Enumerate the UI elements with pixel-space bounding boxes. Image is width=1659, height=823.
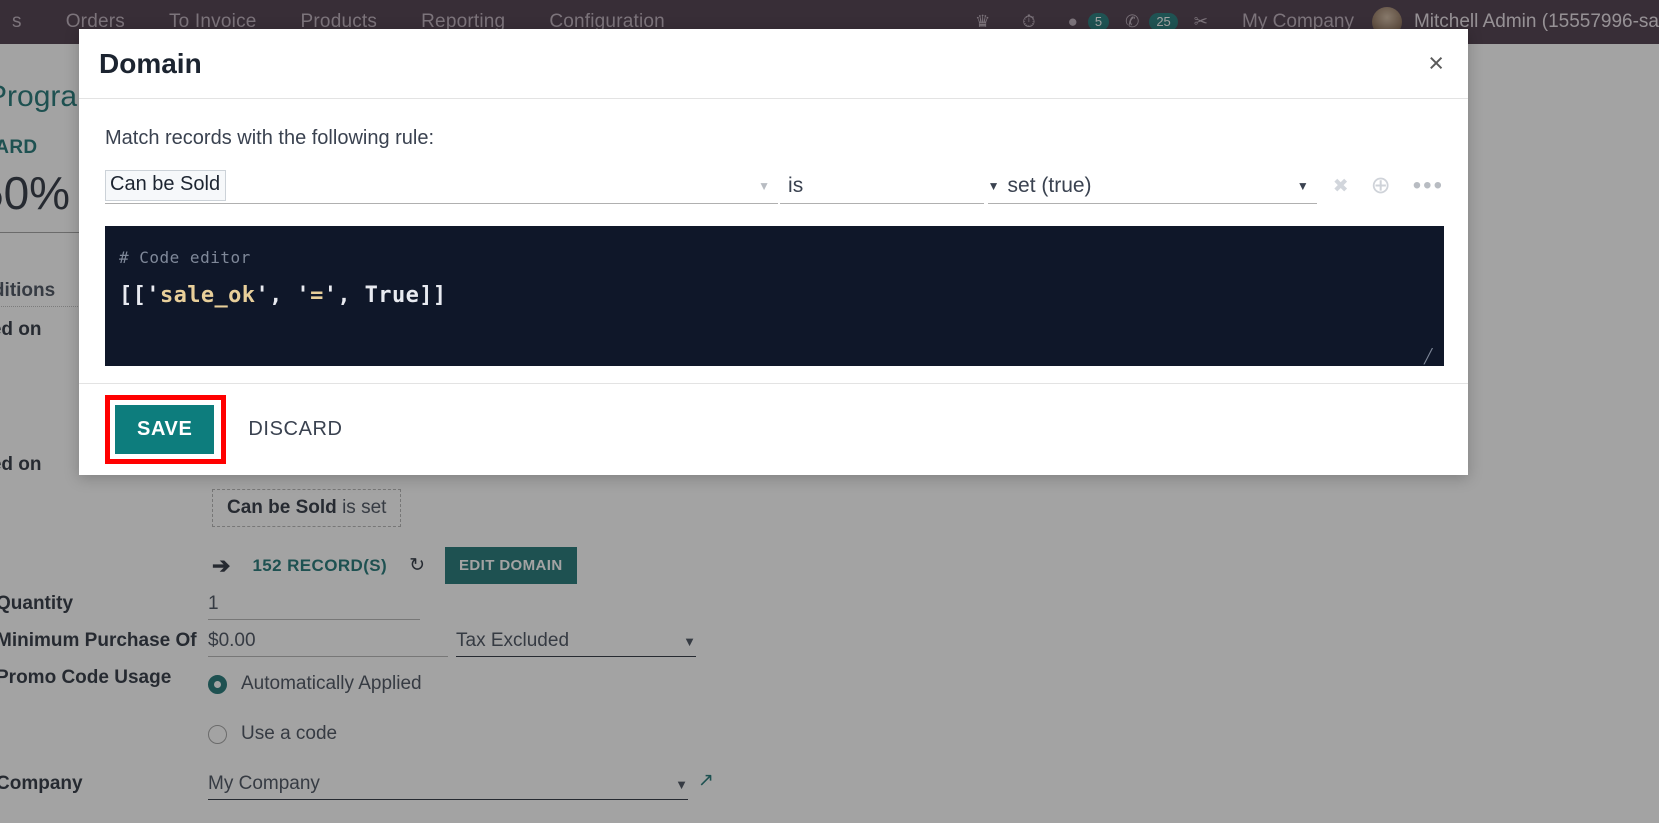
close-icon[interactable]: × (1428, 50, 1444, 77)
chevron-down-icon: ▼ (987, 178, 1000, 193)
add-node-icon[interactable]: ⊕ (1371, 174, 1391, 198)
dialog-header: Domain × (79, 29, 1468, 99)
match-records-label: Match records with the following rule: (105, 127, 435, 149)
code-open-bracket: [[' (119, 283, 160, 308)
code-after-operator: ', (323, 283, 365, 308)
rule-value-select[interactable]: ▼ set (true) ▼ (987, 168, 1317, 204)
rule-action-icons: ✖ ⊕ ••• (1333, 174, 1444, 198)
rule-operator-select[interactable]: is (780, 168, 984, 204)
save-button[interactable]: SAVE (115, 405, 215, 454)
chevron-down-icon: ▼ (758, 178, 771, 193)
resize-handle-icon[interactable]: ╱ (1424, 348, 1438, 364)
rule-field-select[interactable]: Can be Sold ▼ (105, 168, 779, 204)
domain-dialog: Domain × Match records with the followin… (79, 29, 1468, 475)
code-keyword-true: True (364, 283, 420, 308)
dialog-footer: SAVE DISCARD (79, 383, 1468, 475)
dialog-title: Domain (99, 47, 202, 79)
code-field-name: sale_ok (159, 283, 256, 308)
code-operator: = (310, 283, 324, 308)
code-mid-sep: ', ' (255, 283, 311, 308)
rule-operator-value: is (788, 173, 804, 197)
dialog-body: Match records with the following rule: C… (79, 99, 1468, 383)
code-editor-comment: # Code editor (119, 248, 251, 267)
domain-rule-row: Can be Sold ▼ is ▼ set (true) ▼ ✖ ⊕ ••• (105, 168, 1444, 204)
discard-button[interactable]: DISCARD (248, 418, 342, 441)
code-close-bracket: ]] (419, 283, 447, 308)
code-editor-content[interactable]: [['sale_ok', '=', True]] (119, 283, 1426, 308)
code-editor[interactable]: # Code editor [['sale_ok', '=', True]] ╱ (105, 226, 1444, 366)
rule-value-text: set (true) (1007, 173, 1092, 197)
remove-node-icon[interactable]: ✖ (1333, 175, 1349, 198)
more-options-icon[interactable]: ••• (1413, 174, 1444, 198)
save-button-wrapper: SAVE (105, 395, 227, 464)
rule-field-value: Can be Sold (105, 170, 227, 201)
chevron-down-icon-value: ▼ (1296, 178, 1309, 193)
